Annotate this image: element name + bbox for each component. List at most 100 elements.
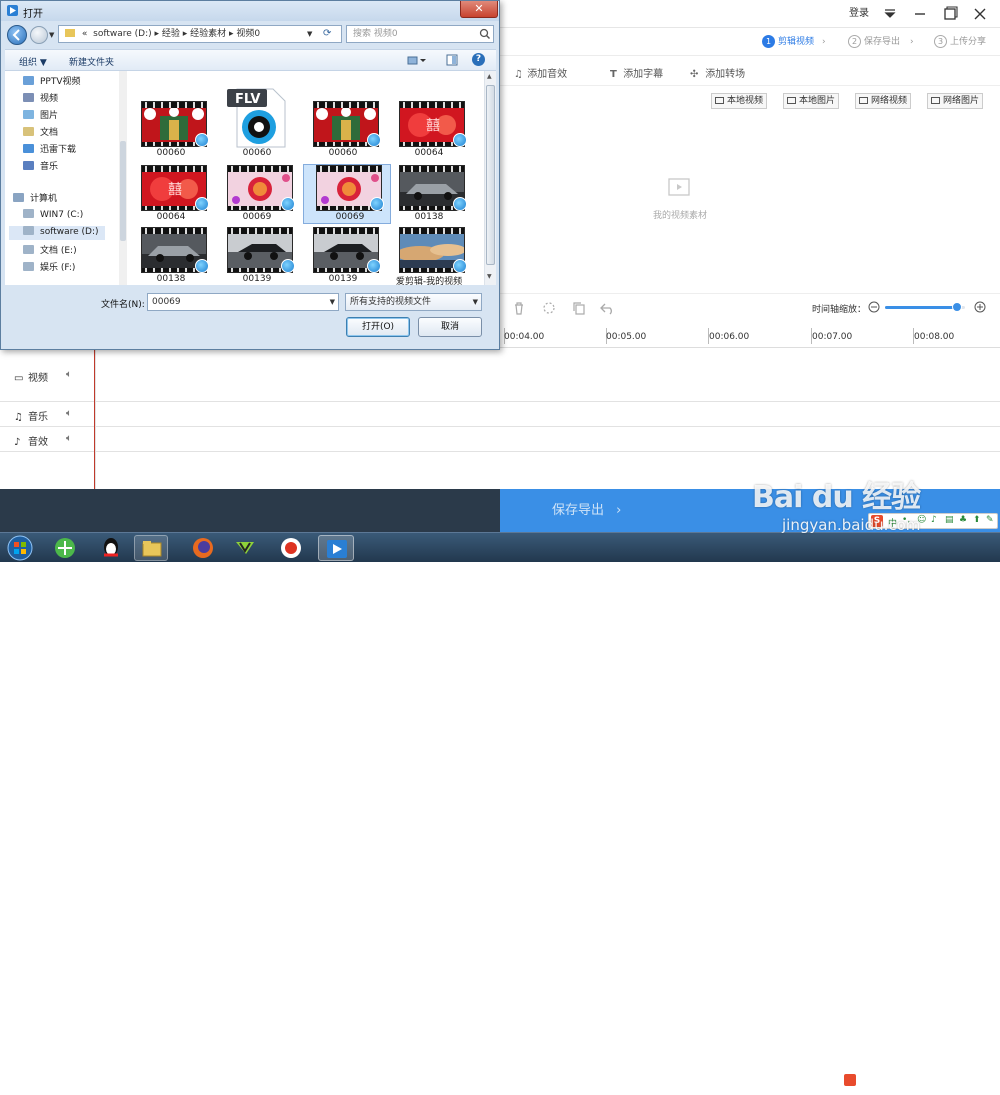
breadcrumb-item[interactable]: 经验 xyxy=(162,29,180,39)
breadcrumb-item[interactable]: 视频0 xyxy=(236,29,260,39)
file-item[interactable]: 00138 xyxy=(387,165,467,223)
track-sound-effect[interactable]: ♪ 音效 🔈︎ xyxy=(0,427,1000,452)
nav-item[interactable]: 视频 xyxy=(23,91,58,105)
track-music[interactable]: ♫ 音乐 🔈︎ xyxy=(0,402,1000,427)
file-item[interactable]: 囍 00064 xyxy=(387,101,467,159)
nav-scrollbar[interactable] xyxy=(119,71,127,285)
tools-icon[interactable]: ✎ xyxy=(986,515,994,525)
speaker-icon[interactable]: 🔈︎ xyxy=(66,433,72,444)
address-bar[interactable]: « software (D:) ▸ 经验 ▸ 经验素材 ▸ 视频0 ▼ ⟳ xyxy=(58,25,342,43)
dialog-close-button[interactable]: ✕ xyxy=(460,1,498,18)
file-item[interactable]: 00139 xyxy=(215,227,295,285)
zoom-out-icon[interactable] xyxy=(868,301,880,313)
punctuation-icon[interactable]: •, xyxy=(902,515,910,525)
zoom-slider-track[interactable] xyxy=(885,302,965,312)
shirt-icon[interactable]: ⬆ xyxy=(973,515,981,525)
search-input[interactable]: 搜索 视频0 xyxy=(346,25,494,43)
file-item[interactable]: 00069 xyxy=(215,165,295,223)
breadcrumb-item[interactable]: 经验素材 xyxy=(190,29,226,39)
zoom-slider-handle[interactable] xyxy=(952,302,962,312)
organize-button[interactable]: 组织 ▼ xyxy=(19,55,47,68)
360-browser-icon[interactable] xyxy=(48,535,82,561)
login-link[interactable]: 登录 xyxy=(846,4,872,24)
online-image-button[interactable]: 网络图片 xyxy=(927,93,984,109)
speaker-icon[interactable]: 🔈︎ xyxy=(66,408,72,419)
file-item[interactable]: 00060 xyxy=(129,101,209,159)
emoji-icon[interactable]: ☺ xyxy=(917,515,926,525)
file-item[interactable]: 爱剪辑-我的视频 xyxy=(387,227,467,287)
voice-icon[interactable]: ♪ xyxy=(931,515,937,525)
copy-icon[interactable] xyxy=(572,301,586,315)
track-video[interactable]: ▭ 视频 🔈︎ xyxy=(0,348,1000,402)
nav-item[interactable]: 图片 xyxy=(23,108,58,122)
file-item[interactable]: FLV 00060 xyxy=(215,88,295,159)
firefox-icon[interactable] xyxy=(186,535,220,561)
menu-dropdown-icon[interactable] xyxy=(880,4,900,24)
qq-icon[interactable] xyxy=(94,535,128,561)
open-button[interactable]: 打开(O) xyxy=(346,317,410,337)
action-center-icon[interactable]: ⚑ xyxy=(880,1073,889,1084)
speaker-icon[interactable]: 🔈︎ xyxy=(66,369,72,380)
zoom-in-icon[interactable] xyxy=(974,301,986,313)
online-video-button[interactable]: 网络视频 xyxy=(855,93,912,109)
undo-icon[interactable] xyxy=(600,301,616,315)
volume-icon[interactable]: ◀) xyxy=(908,1072,921,1085)
file-item[interactable]: 00060 xyxy=(301,101,381,159)
help-icon[interactable]: ? xyxy=(472,53,485,66)
step-upload-share[interactable]: 3 上传分享 xyxy=(934,34,986,50)
view-options-icon[interactable] xyxy=(407,55,427,67)
new-folder-button[interactable]: 新建文件夹 xyxy=(69,55,114,68)
nav-item[interactable]: 文档 xyxy=(23,125,58,139)
local-image-button[interactable]: 本地图片 xyxy=(783,93,840,109)
video-app-icon[interactable] xyxy=(228,535,262,561)
breadcrumb-item[interactable]: software (D:) xyxy=(93,29,152,39)
keyboard-icon[interactable]: ▤ xyxy=(945,515,954,525)
screen-recorder-icon[interactable] xyxy=(274,535,308,561)
address-dropdown-icon[interactable]: ▼ xyxy=(307,26,312,42)
forward-icon[interactable] xyxy=(30,26,48,44)
back-icon[interactable] xyxy=(7,25,27,45)
file-item[interactable]: 00069 xyxy=(303,164,391,224)
nav-item[interactable]: 文档 (E:) xyxy=(23,243,77,257)
network-icon[interactable]: ▥ xyxy=(894,1073,903,1084)
file-item[interactable]: 囍 00064 xyxy=(129,165,209,223)
maximize-icon[interactable] xyxy=(940,4,960,24)
nav-item[interactable]: PPTV视频 xyxy=(23,74,81,88)
preview-pane-icon[interactable] xyxy=(446,54,458,66)
ime-mode-label[interactable]: 中 xyxy=(888,516,897,529)
filename-input[interactable]: 00069 ▼ xyxy=(147,293,339,311)
tab-add-subtitle[interactable]: T 添加字幕 xyxy=(610,65,663,80)
breadcrumb-overflow[interactable]: « xyxy=(82,29,88,39)
chevron-down-icon[interactable]: ▼ xyxy=(330,294,335,310)
local-video-button[interactable]: 本地视频 xyxy=(711,93,768,109)
nav-item[interactable]: 迅雷下载 xyxy=(23,142,76,156)
file-item[interactable]: 00139 xyxy=(301,227,381,285)
aijianji-icon[interactable] xyxy=(318,535,354,561)
trash-icon[interactable] xyxy=(512,301,526,315)
nav-item[interactable]: 娱乐 (F:) xyxy=(23,260,75,274)
start-button-icon[interactable] xyxy=(2,535,38,561)
history-dropdown-icon[interactable]: ▼ xyxy=(49,31,54,39)
minimize-icon[interactable] xyxy=(910,4,930,24)
scrollbar-thumb[interactable] xyxy=(486,85,495,265)
file-type-select[interactable]: 所有支持的视频文件 ▼ xyxy=(345,293,482,311)
dialog-titlebar[interactable]: 打开 xyxy=(1,1,499,21)
file-list-scrollbar[interactable]: ▲ ▼ xyxy=(484,71,496,285)
nav-item[interactable]: 音乐 xyxy=(23,159,58,173)
sogou-tray-icon[interactable] xyxy=(844,1074,856,1086)
sogou-ime-icon[interactable]: S xyxy=(871,515,883,527)
skin-icon[interactable]: ♣ xyxy=(959,515,967,525)
file-explorer-icon[interactable] xyxy=(134,535,168,561)
tab-add-transition[interactable]: ✣ 添加转场 xyxy=(690,65,745,80)
close-icon[interactable] xyxy=(970,4,990,24)
nav-item[interactable]: software (D:) xyxy=(9,226,105,240)
refresh-icon[interactable]: ⟳ xyxy=(323,26,331,42)
step-save-export[interactable]: 2 保存导出 xyxy=(848,34,900,50)
nav-item[interactable]: WIN7 (C:) xyxy=(23,209,83,223)
nav-item[interactable]: 计算机 xyxy=(13,191,57,205)
split-icon[interactable] xyxy=(542,301,556,315)
ime-tray-icon[interactable]: 中 xyxy=(926,1074,934,1085)
cancel-button[interactable]: 取消 xyxy=(418,317,482,337)
tab-add-sound-effect[interactable]: ♫ 添加音效 xyxy=(514,65,567,80)
step-edit-video[interactable]: 1 剪辑视频 xyxy=(762,34,814,50)
